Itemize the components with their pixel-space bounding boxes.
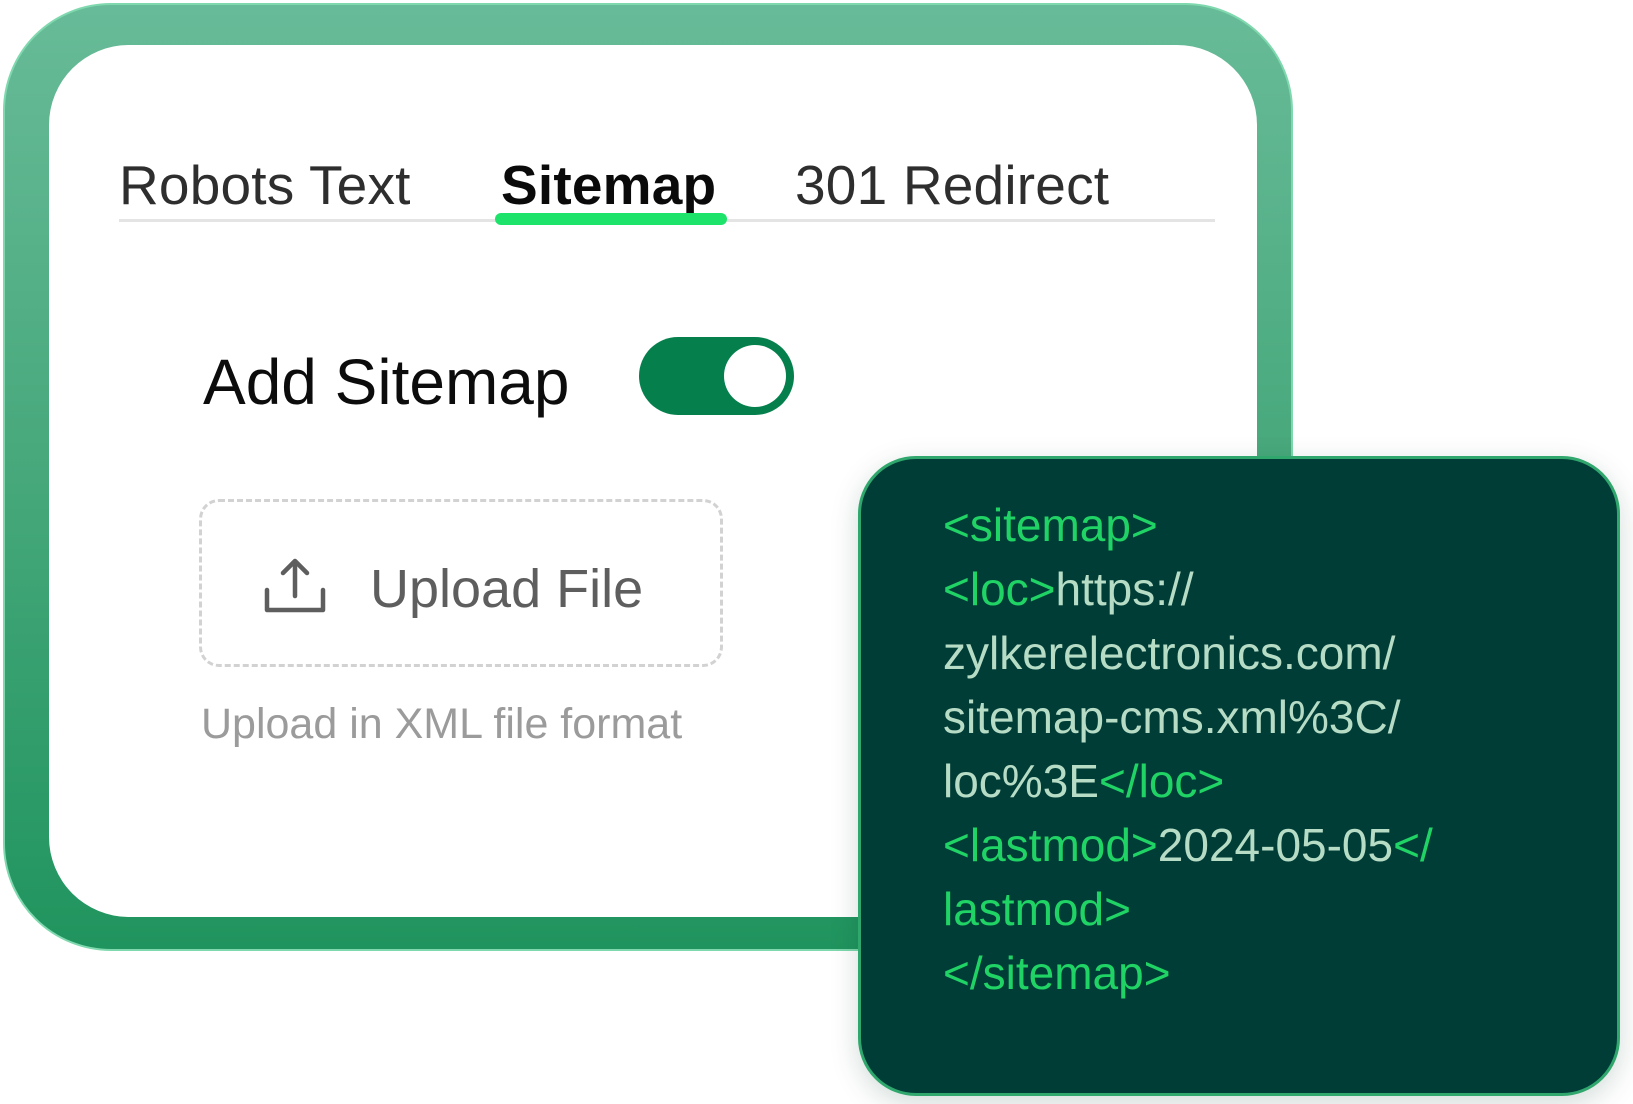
code-tag: </ xyxy=(1393,819,1433,871)
code-value: 2024-05-05 xyxy=(1157,819,1394,871)
active-tab-indicator xyxy=(495,213,727,225)
add-sitemap-toggle[interactable] xyxy=(639,337,794,415)
code-tag: <lastmod> xyxy=(943,819,1158,871)
code-tag: </loc> xyxy=(1098,755,1225,807)
code-line-3: zylkerelectronics.com/ xyxy=(943,621,1433,685)
stage: Robots Text Sitemap 301 Redirect Add Sit… xyxy=(0,0,1633,1104)
code-line-1: <sitemap> xyxy=(943,493,1433,557)
upload-icon xyxy=(264,558,326,613)
tab-bar: Robots Text Sitemap 301 Redirect xyxy=(119,105,1215,225)
code-line-4: sitemap-cms.xml%3C/ xyxy=(943,685,1433,749)
code-tag: <loc> xyxy=(943,563,1056,615)
tab-301-redirect[interactable]: 301 Redirect xyxy=(795,153,1109,217)
upload-format-hint: Upload in XML file format xyxy=(201,700,683,748)
code-block: <sitemap> <loc>https:// zylkerelectronic… xyxy=(943,493,1433,1005)
code-value: loc%3E xyxy=(943,755,1099,807)
tab-sitemap[interactable]: Sitemap xyxy=(501,153,716,217)
toggle-knob xyxy=(724,345,786,407)
code-value: zylkerelectronics.com/ xyxy=(943,627,1396,679)
code-tag: </sitemap> xyxy=(943,947,1171,999)
add-sitemap-label: Add Sitemap xyxy=(203,346,570,418)
code-tag: lastmod> xyxy=(943,883,1131,935)
code-line-2: <loc>https:// xyxy=(943,557,1433,621)
code-line-7: lastmod> xyxy=(943,877,1433,941)
code-line-6: <lastmod>2024-05-05</ xyxy=(943,813,1433,877)
upload-file-label: Upload File xyxy=(370,559,644,619)
code-line-5: loc%3E</loc> xyxy=(943,749,1433,813)
code-line-8: </sitemap> xyxy=(943,941,1433,1005)
code-value: sitemap-cms.xml%3C/ xyxy=(943,691,1401,743)
sitemap-code-preview: <sitemap> <loc>https:// zylkerelectronic… xyxy=(858,456,1620,1096)
code-tag: <sitemap> xyxy=(943,499,1158,551)
upload-file-dropzone[interactable]: Upload File xyxy=(199,499,723,667)
tab-robots-text[interactable]: Robots Text xyxy=(119,153,411,217)
code-value: https:// xyxy=(1055,563,1194,615)
